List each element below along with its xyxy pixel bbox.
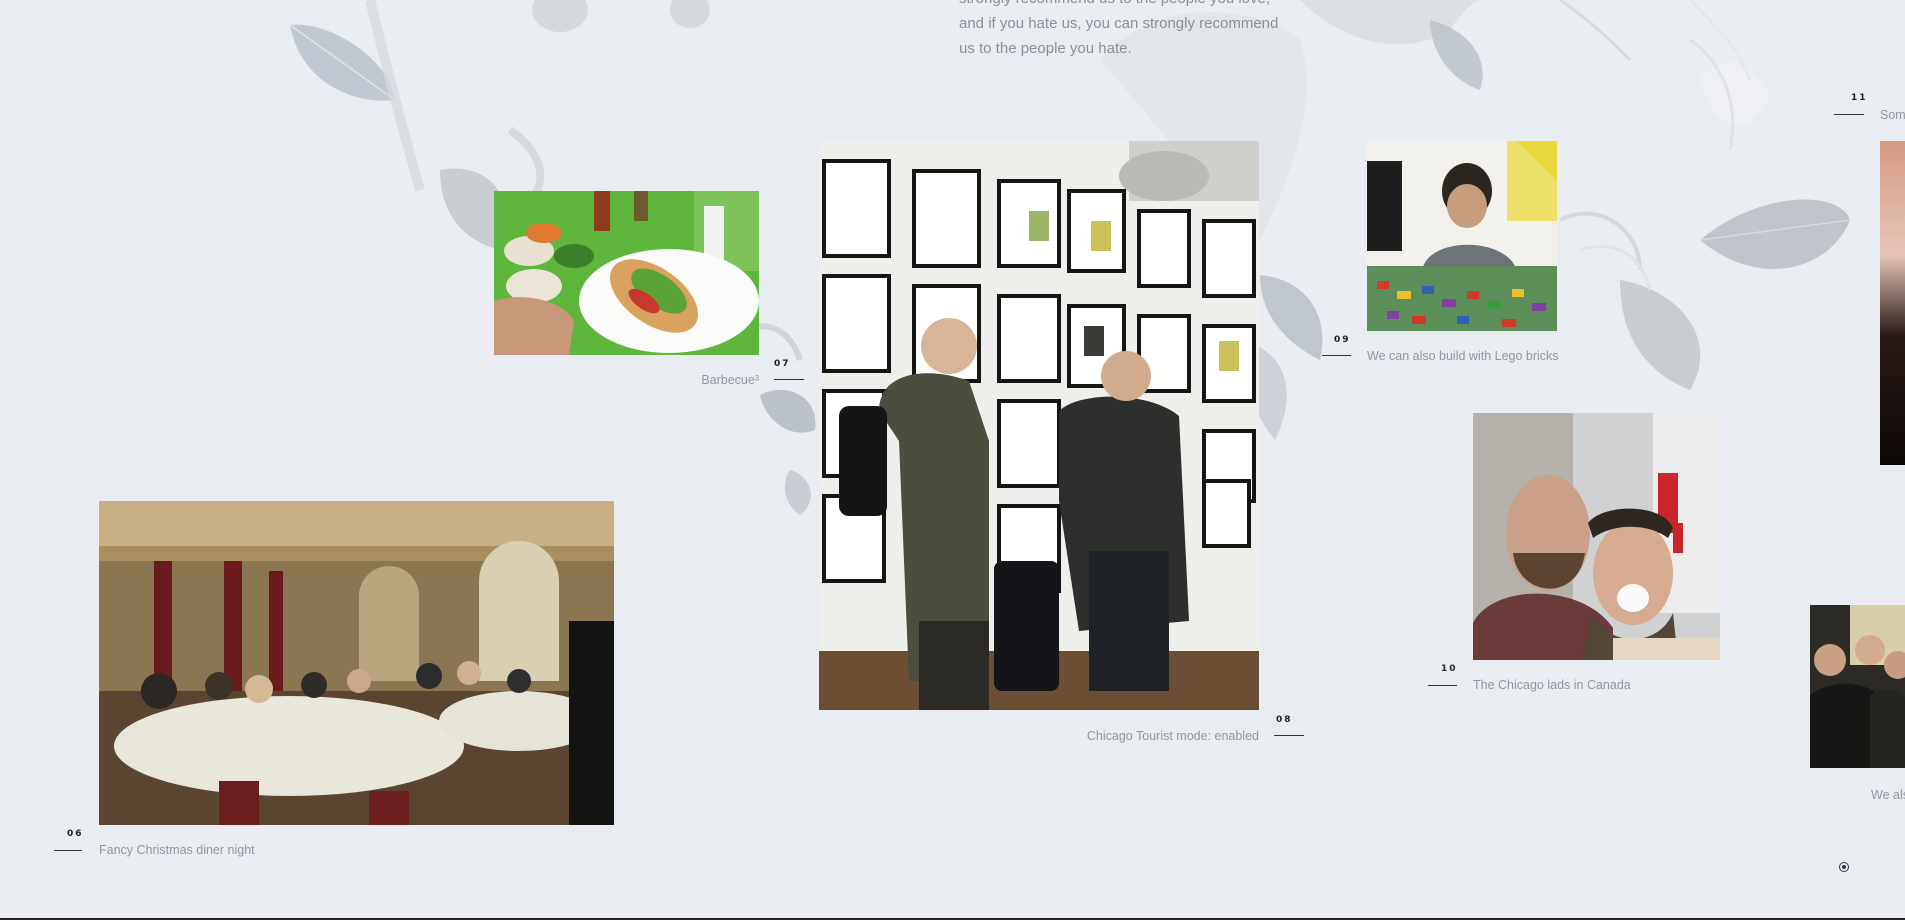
caption-chicago-lads-canada: The Chicago lads in Canada: [1473, 678, 1631, 692]
item-rule-07: [774, 379, 804, 380]
item-number-09: 09: [1334, 335, 1351, 345]
item-number-10: 10: [1441, 664, 1458, 674]
item-rule-10: [1428, 685, 1457, 686]
caption-item-11-partial: Som: [1880, 108, 1905, 122]
caption-christmas-dinner: Fancy Christmas diner night: [99, 843, 255, 857]
photo-chicago-lads-canada[interactable]: [1473, 413, 1720, 660]
caption-item-12-partial: We als: [1871, 788, 1905, 802]
item-rule-06: [54, 850, 82, 851]
item-rule-11: [1834, 114, 1864, 115]
photo-christmas-dinner[interactable]: [99, 501, 614, 825]
photo-item-11-partial[interactable]: [1880, 141, 1905, 465]
caption-lego-bricks: We can also build with Lego bricks: [1367, 349, 1559, 363]
item-number-06: 06: [67, 829, 84, 839]
intro-line-1: strongly recommend us to the people you …: [959, 0, 1279, 11]
caption-barbecue: Barbecue³: [701, 373, 759, 387]
item-rule-08: [1274, 735, 1304, 736]
photo-lego-bricks[interactable]: [1367, 141, 1557, 331]
intro-line-3: us to the people you hate.: [959, 40, 1132, 57]
scroll-position-dot[interactable]: [1839, 862, 1849, 872]
caption-chicago-tourist: Chicago Tourist mode: enabled: [1086, 729, 1259, 743]
intro-paragraph: strongly recommend us to the people you …: [959, 0, 1279, 61]
photo-item-12-partial[interactable]: [1810, 605, 1905, 768]
item-number-07: 07: [774, 359, 791, 369]
intro-line-2: and if you hate us, you can strongly rec…: [959, 15, 1279, 32]
item-number-08: 08: [1276, 715, 1293, 725]
item-number-11: 11: [1851, 93, 1868, 103]
photo-barbecue[interactable]: [494, 191, 759, 355]
item-rule-09: [1322, 355, 1351, 356]
photo-chicago-tourist[interactable]: [819, 141, 1259, 710]
